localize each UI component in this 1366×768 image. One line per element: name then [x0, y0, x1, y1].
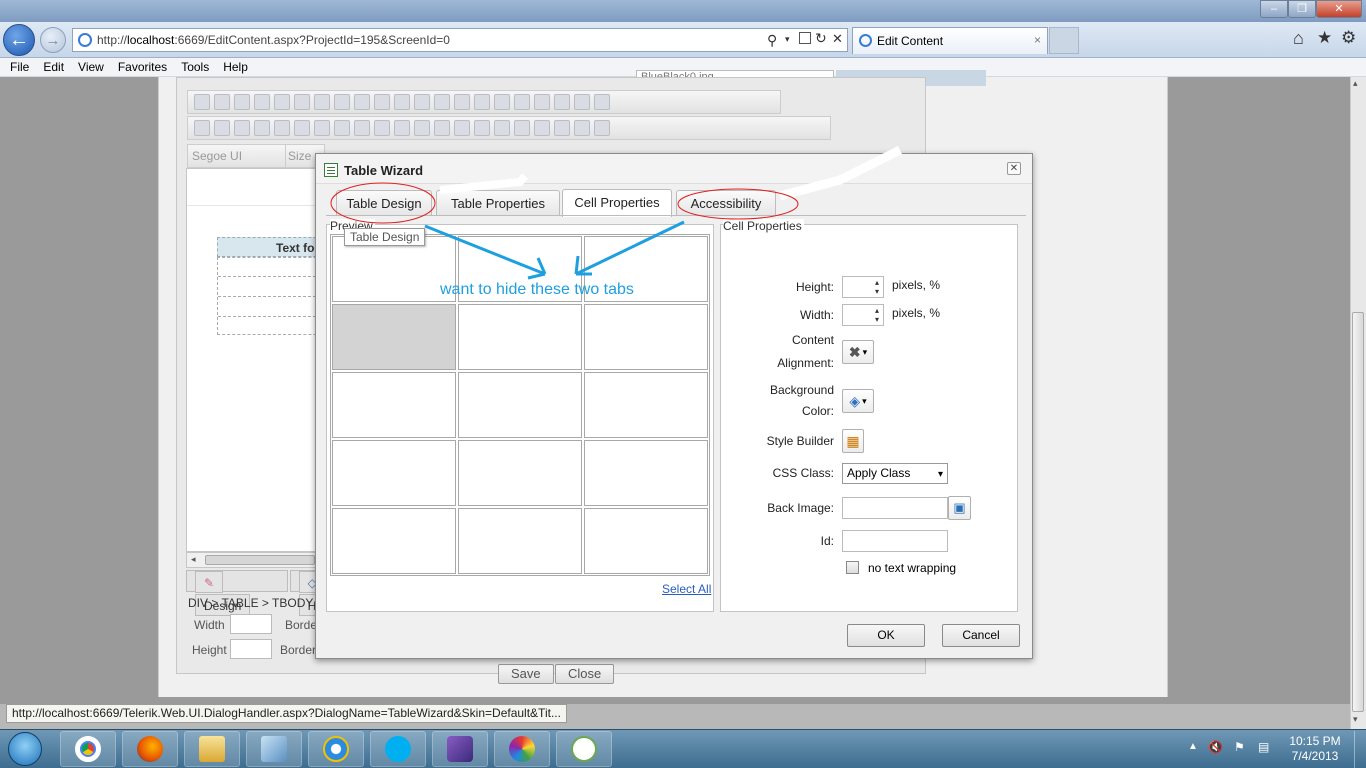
show-desktop-button[interactable] [1354, 731, 1366, 768]
taskbar-explorer[interactable] [184, 731, 240, 767]
google-talk-icon [571, 736, 597, 762]
annotation-overlay [330, 145, 903, 280]
taskbar-google-talk[interactable] [556, 731, 612, 767]
explorer-icon [199, 736, 225, 762]
chrome-icon [75, 736, 101, 762]
start-button[interactable] [2, 730, 48, 768]
scroll-down-icon[interactable]: ▾ [1353, 714, 1358, 725]
scroll-up-icon[interactable]: ▴ [1353, 78, 1358, 89]
taskbar-picasa[interactable] [494, 731, 550, 767]
arrow-left [424, 224, 546, 276]
taskbar-skype[interactable] [370, 731, 426, 767]
system-clock[interactable]: 10:15 PM 7/4/2013 [1280, 734, 1350, 764]
picasa-icon [509, 736, 535, 762]
white-redaction-mark [439, 173, 529, 194]
visual-studio-icon [261, 736, 287, 762]
taskbar-internet-explorer[interactable] [308, 731, 364, 767]
firefox-icon [137, 736, 163, 762]
volume-icon[interactable]: 🔇 [1208, 740, 1223, 754]
arrow-right [575, 220, 685, 276]
vs-icon [447, 736, 473, 762]
red-circle-table-design [330, 182, 436, 224]
red-circle-accessibility [677, 188, 799, 220]
taskbar-chrome[interactable] [60, 731, 116, 767]
annotation-text: want to hide these two tabs [440, 281, 634, 298]
show-hidden-icons[interactable]: ▲ [1188, 741, 1198, 752]
page-scroll-thumb[interactable] [1352, 312, 1364, 712]
status-bar-url: http://localhost:6669/Telerik.Web.UI.Dia… [6, 704, 567, 723]
white-redaction-mark [778, 145, 903, 201]
skype-icon [385, 736, 411, 762]
internet-explorer-icon [323, 736, 349, 762]
action-center-icon[interactable]: ⚑ [1234, 740, 1245, 754]
windows-logo-icon [8, 732, 42, 766]
taskbar-visual-studio[interactable] [246, 731, 302, 767]
taskbar-firefox[interactable] [122, 731, 178, 767]
network-icon[interactable]: ▤ [1258, 740, 1269, 754]
taskbar-vs[interactable] [432, 731, 488, 767]
